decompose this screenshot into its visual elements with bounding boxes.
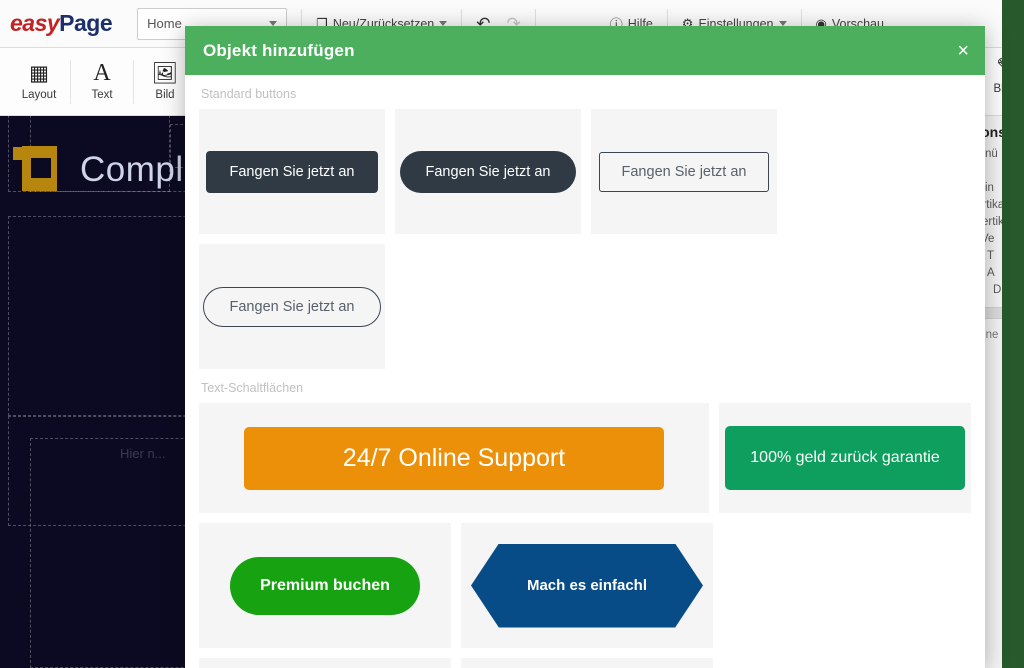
image-icon: 🖼 (151, 61, 179, 85)
button-tile[interactable]: Fangen Sie jetzt an (199, 109, 385, 234)
text-icon: A (93, 59, 111, 86)
button-tile[interactable]: 100% geld zurück garantie (719, 403, 971, 513)
add-object-modal: Objekt hinzufügen × Standard buttons Fan… (185, 26, 985, 668)
btn-outline-pill[interactable]: Fangen Sie jetzt an (202, 286, 382, 327)
screen: easyPage Home ❐ Neu/Zurücksetzen ↶ ↷ ⓘ H… (0, 0, 1024, 668)
text-buttons-grid: 24/7 Online Support 100% geld zurück gar… (199, 403, 971, 668)
browser-edge-strip (1002, 0, 1024, 668)
section-label-standard-buttons: Standard buttons (201, 87, 297, 101)
logo-easy-text: easy (10, 10, 60, 36)
btn-dark-square[interactable]: Fangen Sie jetzt an (205, 150, 379, 193)
modal-header: Objekt hinzufügen × (185, 26, 985, 75)
btn-dark-pill[interactable]: Fangen Sie jetzt an (399, 150, 577, 193)
btn-premium[interactable]: Premium buchen (230, 556, 420, 615)
modal-body[interactable]: Standard buttons Fangen Sie jetzt an Fan… (185, 75, 985, 668)
button-tile[interactable]: Fangen Sie jetzt an (395, 109, 581, 234)
logo-page-text: Page (59, 10, 113, 36)
tree-node-label: D (993, 284, 1002, 296)
ribbon-item-label: Layout (21, 88, 57, 101)
button-tile[interactable]: Fangen Sie jetzt an (591, 109, 777, 234)
ribbon-item-label: Bild (155, 88, 175, 101)
tree-node-label: A (987, 267, 995, 279)
btn-orange-support[interactable]: 24/7 Online Support (244, 426, 664, 490)
section-label-text-buttons: Text-Schaltflächen (201, 381, 304, 395)
button-tile[interactable]: Fangen Sie jetzt an (199, 244, 385, 369)
app-logo: easyPage (10, 10, 113, 37)
close-icon[interactable]: × (957, 41, 969, 61)
modal-title: Objekt hinzufügen (203, 40, 355, 60)
tree-node-label: T (987, 250, 995, 262)
page-selector-value: Home (147, 16, 182, 31)
btn-hex-simple[interactable]: Mach es einfachl (471, 543, 703, 628)
button-tile[interactable]: Fangen Sie jetzt an (199, 658, 451, 668)
button-tile[interactable]: 24/7 Online Support (199, 403, 709, 513)
standard-buttons-grid: Fangen Sie jetzt an Fangen Sie jetzt an … (199, 109, 971, 369)
layout-icon: ▦ (29, 61, 49, 85)
button-tile[interactable]: Mach es einfach! (461, 658, 713, 668)
button-tile[interactable]: Mach es einfachl (461, 523, 713, 648)
button-tile[interactable]: Premium buchen (199, 523, 451, 648)
btn-green-guarantee[interactable]: 100% geld zurück garantie (725, 426, 965, 490)
btn-outline-square[interactable]: Fangen Sie jetzt an (598, 151, 770, 192)
ribbon-item-label: Text (91, 88, 113, 101)
brand-logo-icon (12, 146, 62, 194)
